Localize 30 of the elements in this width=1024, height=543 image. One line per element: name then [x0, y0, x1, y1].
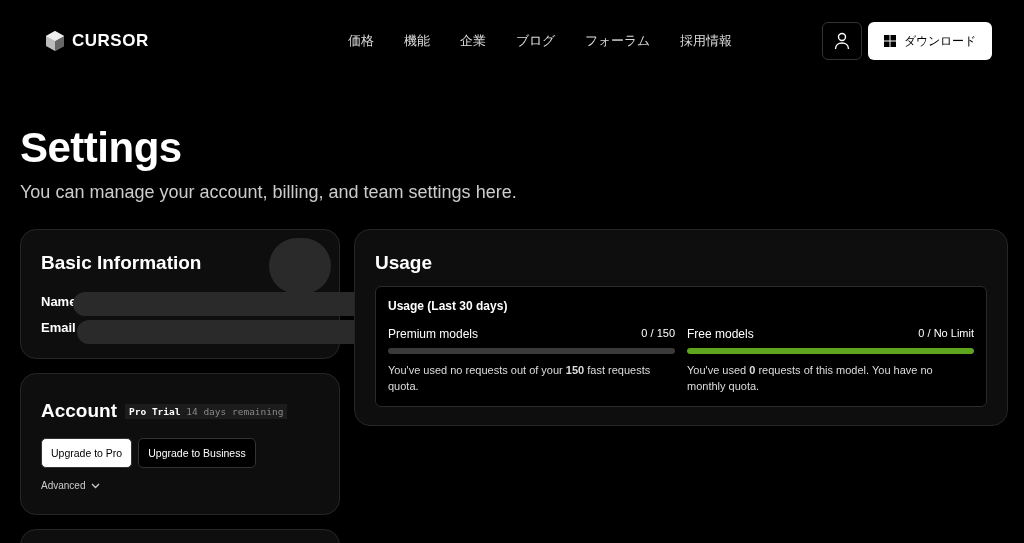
nav-link[interactable]: ブログ — [516, 32, 556, 50]
upgrade-business-button[interactable]: Upgrade to Business — [138, 438, 256, 468]
card-title: Basic Information — [41, 252, 203, 274]
windows-icon — [884, 35, 896, 47]
panel-title: Usage (Last 30 days) — [388, 299, 509, 313]
field-label: Email — [41, 319, 76, 335]
nav-link[interactable]: 機能 — [404, 32, 431, 50]
meter-label: Free models — [687, 327, 754, 341]
meter-reading: 0 / 150 — [641, 327, 675, 341]
nav-link[interactable]: 企業 — [460, 32, 487, 50]
plan-badge: Pro Trial 14 days remaining — [125, 403, 288, 419]
card-title: Usage — [375, 252, 434, 274]
page-subtitle: You can manage your account, billing, and team settings here. — [20, 182, 518, 203]
download-button[interactable]: ダウンロード — [868, 22, 992, 60]
upgrade-pro-button[interactable]: Upgrade to Pro — [41, 438, 133, 468]
meter-label: Premium models — [388, 327, 479, 341]
page-title: Settings — [20, 124, 183, 172]
nav-link[interactable]: 価格 — [348, 32, 375, 50]
nav-link[interactable]: フォーラム — [585, 32, 651, 50]
nav-link[interactable]: 採用情報 — [680, 32, 733, 50]
meter-reading: 0 / No Limit — [918, 327, 974, 341]
advanced-toggle[interactable]: Advanced — [41, 480, 101, 491]
meter-note: You've used 0 requests of this model. You have no monthly quota. — [687, 363, 934, 394]
account-button[interactable] — [822, 22, 862, 60]
chevron-down-icon — [91, 482, 101, 489]
user-icon — [834, 32, 850, 50]
card-title: Account — [41, 400, 117, 422]
cube-logo-icon — [44, 30, 66, 52]
meter-note: You've used no requests out of your 150 fast requests quota. — [388, 363, 652, 394]
logo-text: CURSOR — [72, 31, 149, 51]
